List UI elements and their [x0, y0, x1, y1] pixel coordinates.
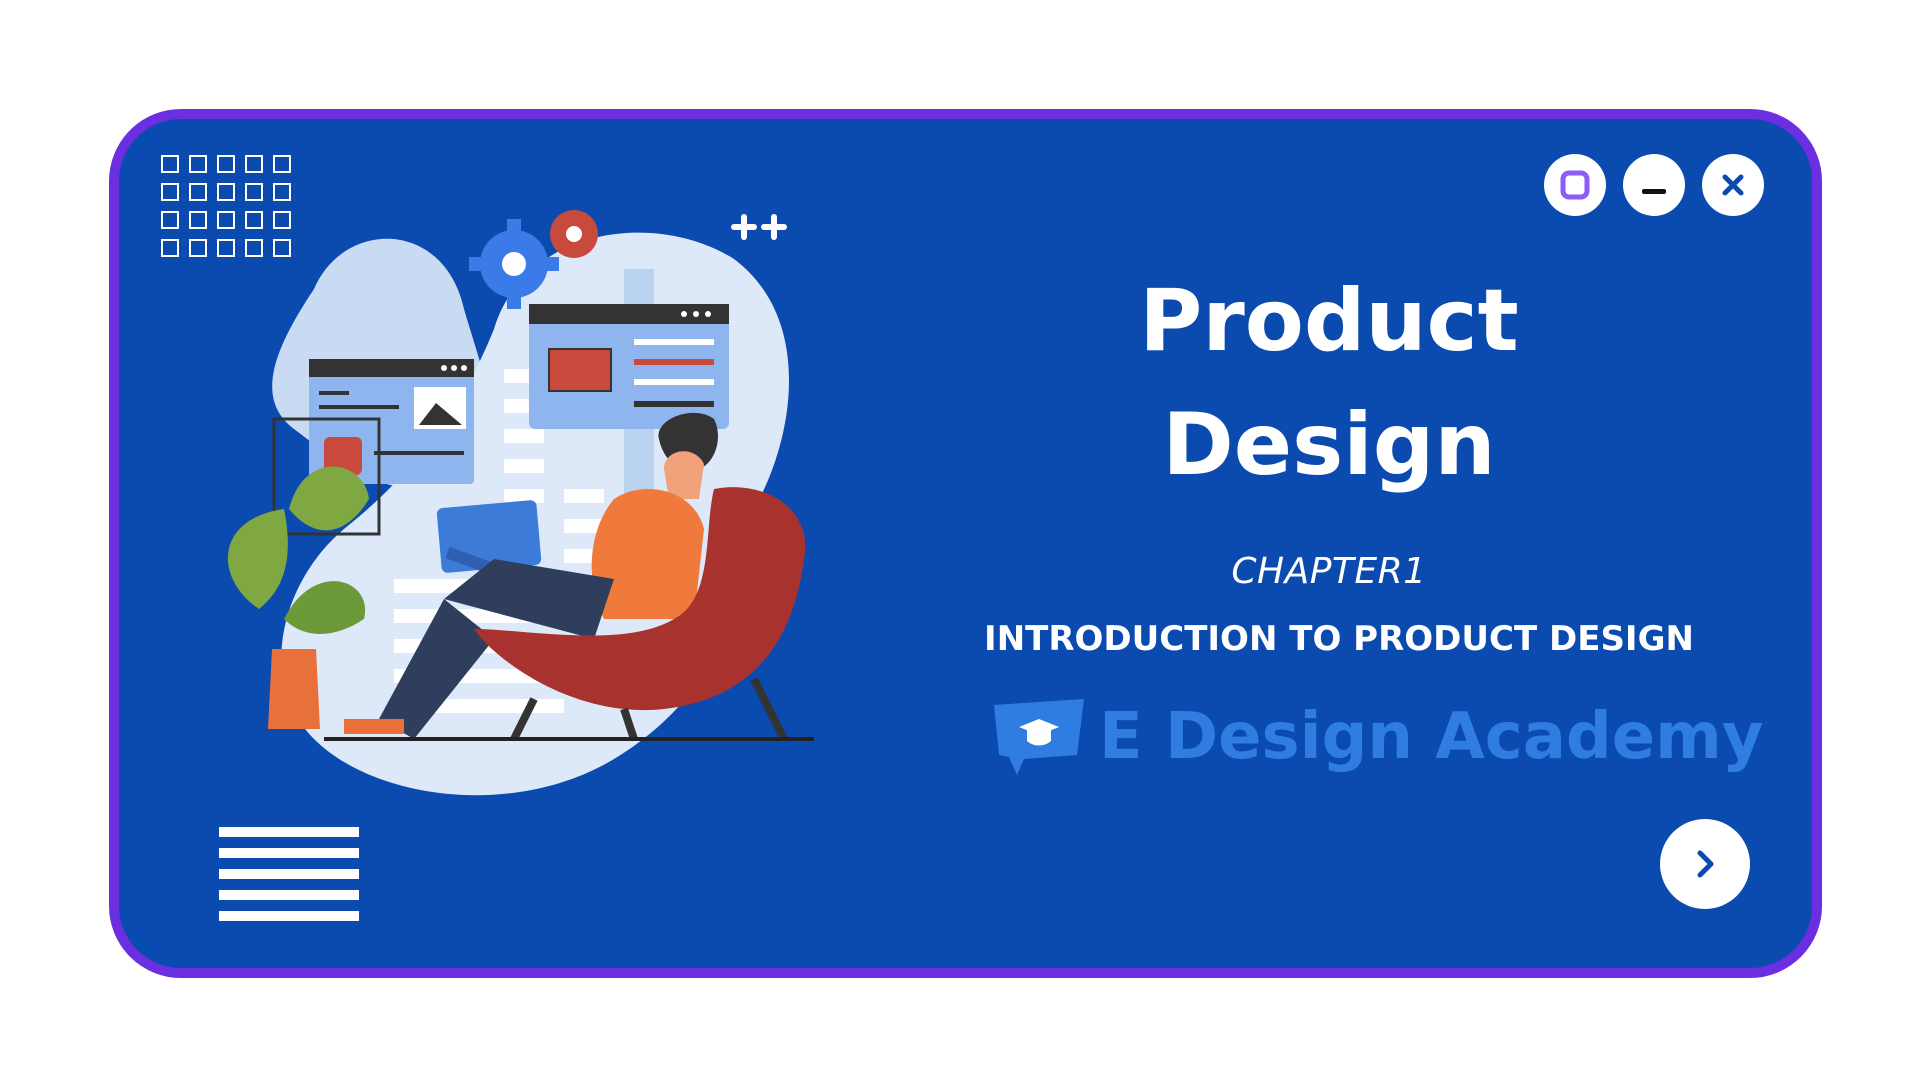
- window-controls: [1544, 154, 1764, 216]
- graduation-cap-icon: [994, 699, 1084, 775]
- minimize-button[interactable]: [1623, 154, 1685, 216]
- maximize-icon: [1560, 170, 1590, 200]
- chevron-right-icon: [1697, 850, 1714, 878]
- course-title: Product Design: [1139, 271, 1519, 495]
- close-button[interactable]: [1702, 154, 1764, 216]
- minimize-icon: [1642, 189, 1666, 194]
- brand-name: E Design Academy: [1099, 700, 1764, 774]
- chapter-label: CHAPTER1: [1231, 551, 1427, 592]
- chapter-title: INTRODUCTION TO PRODUCT DESIGN: [984, 619, 1694, 659]
- designer-illustration: [227, 210, 814, 796]
- course-card: Product Design CHAPTER1 INTRODUCTION TO …: [109, 109, 1822, 978]
- next-button[interactable]: [1660, 819, 1750, 909]
- close-icon: [1722, 174, 1744, 196]
- brand-logo: E Design Academy: [989, 697, 1764, 777]
- maximize-button[interactable]: [1544, 154, 1606, 216]
- decorative-stripes: [219, 827, 359, 932]
